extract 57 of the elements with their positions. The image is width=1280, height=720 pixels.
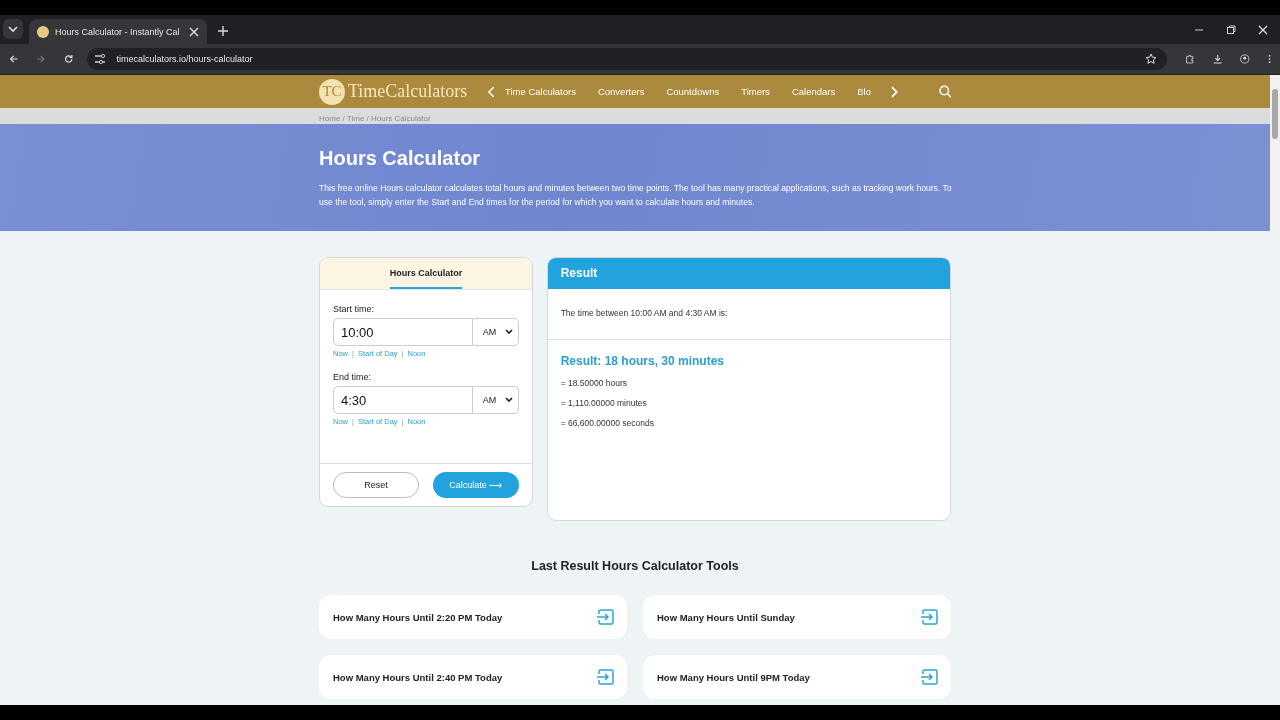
new-tab-icon[interactable]	[217, 25, 229, 37]
puzzle-icon[interactable]	[1185, 53, 1195, 65]
result-header: Result	[547, 258, 950, 289]
chevron-right-icon[interactable]	[890, 85, 899, 98]
nav-link[interactable]: Countdowns	[666, 86, 720, 97]
period-select[interactable]: AM	[472, 318, 519, 346]
search-icon[interactable]	[938, 85, 951, 98]
chevron-down-icon	[504, 397, 513, 403]
breadcrumb[interactable]: Home / Time / Hours Calculator	[319, 114, 431, 123]
download-icon[interactable]	[1212, 53, 1223, 65]
section-title: Last Result Hours Calculator Tools	[530, 559, 740, 573]
page-description: This free online Hours calculator calculates total hours and minutes between two time points. The tool has many practical applications, such as tracking work hours. To use the tool, simply enter the Start and End times for the period for which you want to calculate hours and minutes.	[319, 182, 953, 209]
more-icon[interactable]	[1267, 53, 1271, 65]
nav-link[interactable]: Blo	[857, 86, 871, 97]
calculate-button[interactable]: Calculate ⟶	[432, 472, 519, 498]
enter-arrow-icon	[920, 609, 938, 625]
site-info-icon[interactable]	[94, 53, 107, 65]
page-title: Hours Calculator	[319, 146, 482, 170]
enter-arrow-icon	[920, 669, 938, 685]
period-select[interactable]: AM	[472, 386, 519, 414]
enter-arrow-icon	[596, 669, 614, 685]
chevron-left-icon[interactable]	[487, 85, 495, 98]
nav-link[interactable]: Calendars	[791, 86, 836, 97]
address-field[interactable]: timecalculators.io/hours-calculator	[87, 48, 1168, 70]
tool-link-card[interactable]: How Many Hours Until Sunday	[643, 595, 951, 639]
result-line: = 18.50000 hours	[560, 378, 629, 388]
nav-link[interactable]: Converters	[597, 86, 645, 97]
restore-icon[interactable]	[1226, 24, 1236, 35]
time-input[interactable]: 10:00	[333, 318, 473, 346]
tool-link-card[interactable]: How Many Hours Until 9PM Today	[643, 655, 951, 699]
back-icon[interactable]	[9, 53, 19, 65]
result-summary: The time between 10:00 AM and 4:30 AM is:	[547, 289, 950, 340]
field-label: End time:	[333, 372, 373, 382]
star-icon[interactable]	[1145, 53, 1158, 65]
result-headline: Result: 18 hours, 30 minutes	[560, 354, 726, 368]
enter-arrow-icon	[596, 609, 614, 625]
close-icon[interactable]	[1258, 24, 1268, 35]
result-line: = 66,600.00000 seconds	[560, 418, 655, 428]
result-line: = 1,110.00000 minutes	[560, 398, 648, 408]
nav-link[interactable]: Time Calculators	[505, 86, 576, 97]
field-label: Start time:	[333, 304, 375, 314]
profile-icon[interactable]	[1240, 53, 1250, 65]
scrollbar-thumb[interactable]	[1272, 89, 1278, 139]
nav-link[interactable]: Timers	[741, 86, 770, 97]
reload-icon[interactable]	[63, 53, 74, 65]
close-icon[interactable]	[189, 26, 199, 37]
tool-link-card[interactable]: How Many Hours Until 2:20 PM Today	[319, 595, 627, 639]
tab-title: Hours Calculator - Instantly Cal	[55, 26, 181, 37]
chevron-down-icon	[504, 329, 513, 335]
tab-list-icon[interactable]	[3, 19, 23, 39]
tool-link-card[interactable]: How Many Hours Until 2:40 PM Today	[319, 655, 627, 699]
site-logo[interactable]: TC TimeCalculators	[319, 78, 468, 105]
browser-tab[interactable]: Hours Calculator - Instantly Cal	[29, 19, 207, 44]
reset-button[interactable]: Reset	[333, 472, 419, 498]
site-favicon-icon	[37, 25, 49, 38]
forward-icon[interactable]	[36, 53, 46, 65]
time-input[interactable]: 4:30	[333, 386, 473, 414]
